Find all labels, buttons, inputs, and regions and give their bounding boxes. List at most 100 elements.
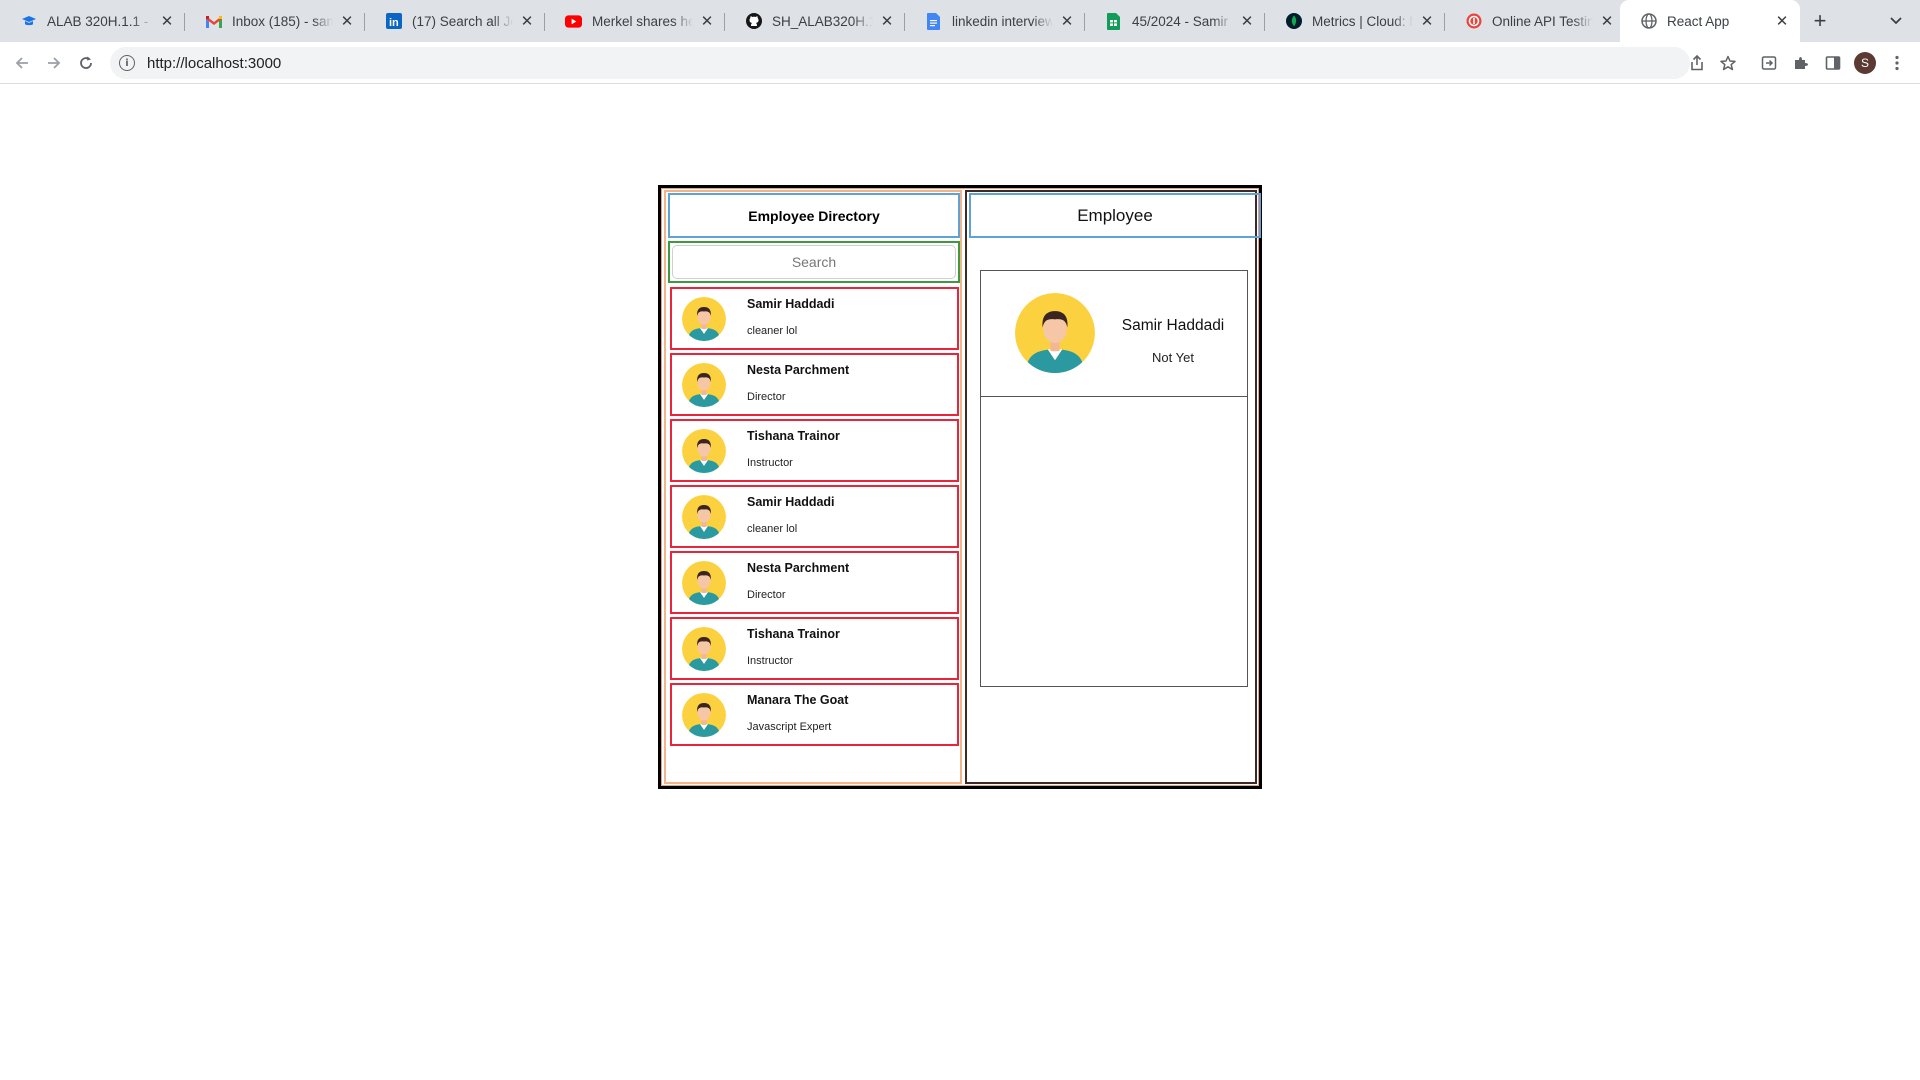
employee-card[interactable]: Tishana Trainor Instructor <box>670 617 959 680</box>
tab-title: Merkel shares her in <box>592 13 693 29</box>
close-icon[interactable]: ✕ <box>699 13 715 30</box>
close-icon[interactable]: ✕ <box>159 13 175 30</box>
app-inner: Employee Directory Samir Haddadi cleaner… <box>661 188 1261 786</box>
browser-menu-button[interactable] <box>1883 42 1911 84</box>
per-scholas-icon <box>20 13 37 30</box>
browser-tab[interactable]: ALAB 320H.1.1 - Re ✕ <box>0 0 185 42</box>
youtube-icon <box>565 13 582 30</box>
employee-card-title: Director <box>747 589 786 601</box>
globe-icon <box>1640 13 1657 30</box>
person-avatar-icon <box>682 429 726 473</box>
puzzle-icon <box>1795 57 1808 69</box>
employee-panel: Employee Samir Haddadi Not Yet <box>965 190 1261 784</box>
employee-card-name: Manara The Goat <box>747 693 849 707</box>
star-icon <box>1720 55 1736 71</box>
employee-card[interactable]: Tishana Trainor Instructor <box>670 419 959 482</box>
avatar <box>682 363 726 407</box>
browser-tab[interactable]: SH_ALAB320H.1.1/c ✕ <box>725 0 905 42</box>
tab-title: (17) Search all Jobs <box>412 13 513 29</box>
close-icon[interactable]: ✕ <box>1599 13 1615 30</box>
search-input[interactable] <box>672 245 956 279</box>
browser-tab[interactable]: in (17) Search all Jobs ✕ <box>365 0 545 42</box>
google-docs-icon <box>925 12 942 30</box>
browser-tab[interactable]: Metrics | Cloud: Mo ✕ <box>1265 0 1445 42</box>
browser-tab-active[interactable]: React App ✕ <box>1620 0 1800 42</box>
close-icon[interactable]: ✕ <box>879 13 895 30</box>
employee-card-title: cleaner lol <box>747 523 798 535</box>
employee-header: Employee <box>969 193 1261 238</box>
close-icon[interactable]: ✕ <box>519 13 535 30</box>
directory-panel: Employee Directory Samir Haddadi cleaner… <box>664 190 962 784</box>
browser-tab[interactable]: Merkel shares her in ✕ <box>545 0 725 42</box>
employee-detail-card: Samir Haddadi Not Yet <box>980 270 1248 687</box>
person-avatar-icon <box>682 627 726 671</box>
avatar <box>682 693 726 737</box>
browser-toolbar: i http://localhost:3000 <box>0 42 1920 84</box>
employee-card-title: Javascript Expert <box>747 721 832 733</box>
employee-card[interactable]: Manara The Goat Javascript Expert <box>670 683 959 746</box>
browser-tab[interactable]: Online API Testing T ✕ <box>1445 0 1625 42</box>
employee-card[interactable]: Nesta Parchment Director <box>670 353 959 416</box>
reload-button[interactable] <box>72 42 100 84</box>
close-icon[interactable]: ✕ <box>1059 13 1075 30</box>
kebab-menu-icon <box>1895 55 1899 71</box>
tab-search-button[interactable] <box>1884 0 1908 42</box>
tab-title: SH_ALAB320H.1.1/c <box>772 13 873 29</box>
install-app-button[interactable] <box>1755 42 1783 84</box>
close-icon[interactable]: ✕ <box>1774 13 1790 30</box>
person-avatar-icon <box>682 561 726 605</box>
search-container <box>668 241 960 283</box>
tab-title: React App <box>1667 13 1730 29</box>
chevron-down-icon <box>1890 17 1902 25</box>
browser-tab[interactable]: linkedin interview - ( ✕ <box>905 0 1085 42</box>
avatar <box>682 429 726 473</box>
share-button[interactable] <box>1685 47 1709 79</box>
url-text: http://localhost:3000 <box>147 54 282 72</box>
side-panel-button[interactable] <box>1819 42 1847 84</box>
svg-text:in: in <box>389 17 399 29</box>
person-avatar-icon <box>682 693 726 737</box>
browser-tab[interactable]: Inbox (185) - samde ✕ <box>185 0 365 42</box>
employee-card-name: Samir Haddadi <box>747 297 835 311</box>
employee-detail-summary: Samir Haddadi Not Yet <box>981 271 1247 397</box>
employee-card[interactable]: Samir Haddadi cleaner lol <box>670 287 959 350</box>
employee-name: Samir Haddadi <box>1121 317 1225 334</box>
arrow-right-icon <box>48 57 61 69</box>
employee-card-title: Director <box>747 391 786 403</box>
api-testing-icon <box>1465 13 1482 30</box>
forward-button[interactable] <box>40 42 68 84</box>
employee-card[interactable]: Nesta Parchment Director <box>670 551 959 614</box>
bookmark-button[interactable] <box>1716 47 1740 79</box>
employee-card-name: Nesta Parchment <box>747 363 850 377</box>
back-button[interactable] <box>8 42 36 84</box>
arrow-left-icon <box>15 57 28 69</box>
avatar <box>682 627 726 671</box>
google-sheets-icon <box>1105 12 1122 30</box>
employee-card-name: Tishana Trainor <box>747 627 840 641</box>
employee-card-name: Nesta Parchment <box>747 561 850 575</box>
tab-title: Online API Testing T <box>1492 13 1593 29</box>
directory-header: Employee Directory <box>668 193 960 238</box>
reload-icon <box>80 56 92 69</box>
person-avatar-icon <box>682 495 726 539</box>
tab-title: linkedin interview - ( <box>952 13 1053 29</box>
tab-title: Inbox (185) - samde <box>232 13 333 29</box>
tab-strip: ALAB 320H.1.1 - Re ✕ Inbox (185) - samde… <box>0 0 1920 42</box>
tab-title: 45/2024 - Samir Ha <box>1132 13 1233 29</box>
avatar <box>682 561 726 605</box>
employee-card-name: Samir Haddadi <box>747 495 835 509</box>
new-tab-button[interactable]: + <box>1808 0 1832 42</box>
info-icon[interactable]: i <box>119 55 135 71</box>
extensions-button[interactable] <box>1787 42 1815 84</box>
close-icon[interactable]: ✕ <box>1419 13 1435 30</box>
employee-card[interactable]: Samir Haddadi cleaner lol <box>670 485 959 548</box>
github-icon <box>745 13 762 30</box>
close-icon[interactable]: ✕ <box>339 13 355 30</box>
profile-button[interactable]: S <box>1851 42 1879 84</box>
install-icon <box>1761 56 1777 70</box>
browser-tab[interactable]: 45/2024 - Samir Ha ✕ <box>1085 0 1265 42</box>
person-avatar-icon <box>1015 293 1095 373</box>
address-bar[interactable]: i http://localhost:3000 <box>110 47 1690 79</box>
mongodb-icon <box>1285 13 1302 30</box>
close-icon[interactable]: ✕ <box>1239 13 1255 30</box>
